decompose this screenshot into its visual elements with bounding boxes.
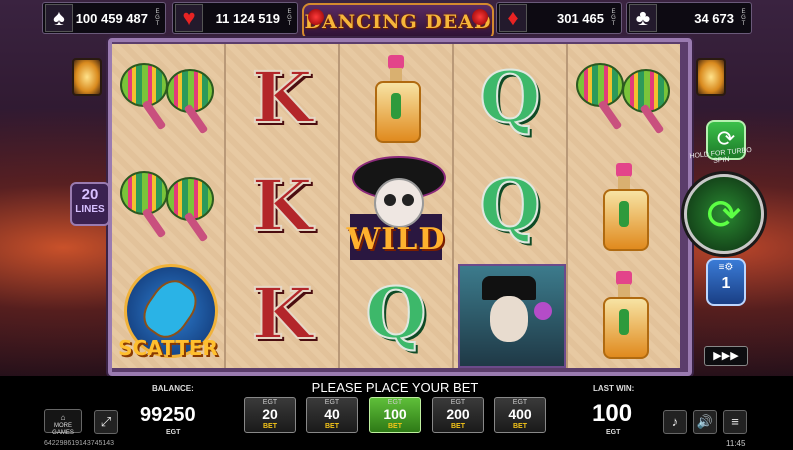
- k-letter: K: [251, 164, 314, 247]
- maracas-symbol: [112, 152, 224, 260]
- spin-button[interactable]: ⟳: [684, 174, 764, 254]
- more-games-button[interactable]: ⌂ MORE GAMES: [44, 409, 82, 436]
- k-symbol: K: [226, 260, 338, 368]
- bet-label: BET: [513, 423, 527, 430]
- diamonds-icon: ♦: [499, 4, 527, 32]
- jackpot-hearts: ♥ 11 124 519 EGT: [172, 2, 298, 34]
- reel-5: [568, 44, 680, 368]
- autoplay-icon: ≡⚙: [718, 262, 734, 273]
- reel-2: K K K: [226, 44, 340, 368]
- lantern-icon: [696, 58, 726, 96]
- q-symbol: Q: [454, 152, 566, 260]
- autoplay-button[interactable]: ≡⚙ 1: [706, 258, 746, 306]
- egt-logo: EGT: [155, 9, 160, 27]
- q-symbol: Q: [340, 260, 452, 368]
- rose-icon: [534, 302, 552, 320]
- clock: 11:45: [726, 439, 746, 448]
- bet-label: BET: [325, 423, 339, 430]
- jackpot-diamonds: ♦ 301 465 EGT: [496, 2, 622, 34]
- last-win-value: 100: [592, 400, 633, 427]
- bet-value: 400: [508, 406, 532, 422]
- rose-icon: [308, 9, 324, 25]
- lines-indicator: 20 LINES: [70, 182, 110, 226]
- reel-3: WILD Q: [340, 44, 454, 368]
- jackpot-value: 301 465: [557, 10, 604, 26]
- bet-label: BET: [263, 423, 277, 430]
- home-icon: ⌂: [60, 413, 66, 422]
- wild-text: WILD: [346, 222, 446, 257]
- dancing-man-symbol: [458, 264, 566, 368]
- k-letter: K: [251, 272, 314, 355]
- tequila-symbol: [568, 260, 680, 368]
- q-letter: Q: [479, 164, 542, 247]
- q-symbol: Q: [454, 44, 566, 152]
- bet-400-button[interactable]: EGT 400 BET: [494, 397, 546, 433]
- last-win-label: LAST WIN:: [593, 384, 635, 393]
- egt-logo: EGT: [287, 9, 292, 27]
- reel-1: SCATTER: [112, 44, 226, 368]
- jackpot-value: 100 459 487: [75, 10, 148, 26]
- maracas-symbol: [568, 44, 680, 152]
- balance-egt: EGT: [166, 429, 181, 436]
- bet-value: 100: [383, 406, 407, 422]
- bet-label: BET: [388, 423, 402, 430]
- menu-icon[interactable]: ≡: [723, 410, 747, 434]
- balance-label: BALANCE:: [152, 384, 194, 393]
- autoplay-count: 1: [721, 275, 731, 292]
- last-win-egt: EGT: [606, 429, 621, 436]
- bet-value: 20: [262, 406, 278, 422]
- bet-20-button[interactable]: EGT 20 BET: [244, 397, 296, 433]
- rose-icon: [472, 9, 488, 25]
- skull-icon: [374, 178, 424, 228]
- hearts-icon: ♥: [175, 4, 203, 32]
- reel-4: Q Q: [454, 44, 568, 368]
- fullscreen-icon[interactable]: ⤢: [94, 410, 118, 434]
- k-symbol: K: [226, 152, 338, 260]
- session-id: 642298619143745143: [44, 440, 115, 447]
- tequila-symbol: [340, 44, 452, 152]
- q-letter: Q: [479, 56, 542, 139]
- sound-icon[interactable]: 🔊: [693, 410, 717, 434]
- wild-symbol: WILD: [340, 152, 452, 260]
- bet-value: 200: [446, 406, 470, 422]
- reels: SCATTER K K K WILD Q Q Q: [112, 44, 680, 368]
- game-logo: DANCING DEAD: [302, 3, 494, 40]
- bet-value: 40: [324, 406, 340, 422]
- egt-logo: EGT: [611, 9, 616, 27]
- balance-value: 99250: [140, 404, 196, 426]
- music-icon[interactable]: ♪: [663, 410, 687, 434]
- jackpot-clubs: ♣ 34 673 EGT: [626, 2, 752, 34]
- q-letter: Q: [365, 272, 428, 355]
- maracas-symbol: [112, 44, 224, 152]
- lantern-icon: [72, 58, 102, 96]
- scatter-text: SCATTER: [118, 336, 218, 360]
- clubs-icon: ♣: [629, 4, 657, 32]
- jackpot-value: 11 124 519: [215, 10, 280, 26]
- k-symbol: K: [226, 44, 338, 152]
- game-title: DANCING DEAD: [304, 10, 492, 33]
- more-games-label: MORE GAMES: [52, 423, 74, 436]
- lines-label: LINES: [75, 204, 105, 215]
- jackpot-value: 34 673: [694, 10, 734, 26]
- lines-count: 20: [81, 186, 99, 203]
- speed-button[interactable]: ▶▶▶: [704, 346, 748, 366]
- scatter-symbol: SCATTER: [112, 260, 224, 368]
- bet-prompt: PLEASE PLACE YOUR BET: [311, 380, 479, 395]
- bet-40-button[interactable]: EGT 40 BET: [306, 397, 358, 433]
- tequila-symbol: [568, 152, 680, 260]
- bet-100-button[interactable]: EGT 100 BET: [369, 397, 421, 433]
- bet-200-button[interactable]: EGT 200 BET: [432, 397, 484, 433]
- spin-icon: ⟳: [706, 190, 742, 238]
- jackpot-spades: ♠ 100 459 487 EGT: [42, 2, 166, 34]
- bet-label: BET: [451, 423, 465, 430]
- egt-logo: EGT: [741, 9, 746, 27]
- k-letter: K: [251, 56, 314, 139]
- spades-icon: ♠: [45, 4, 73, 32]
